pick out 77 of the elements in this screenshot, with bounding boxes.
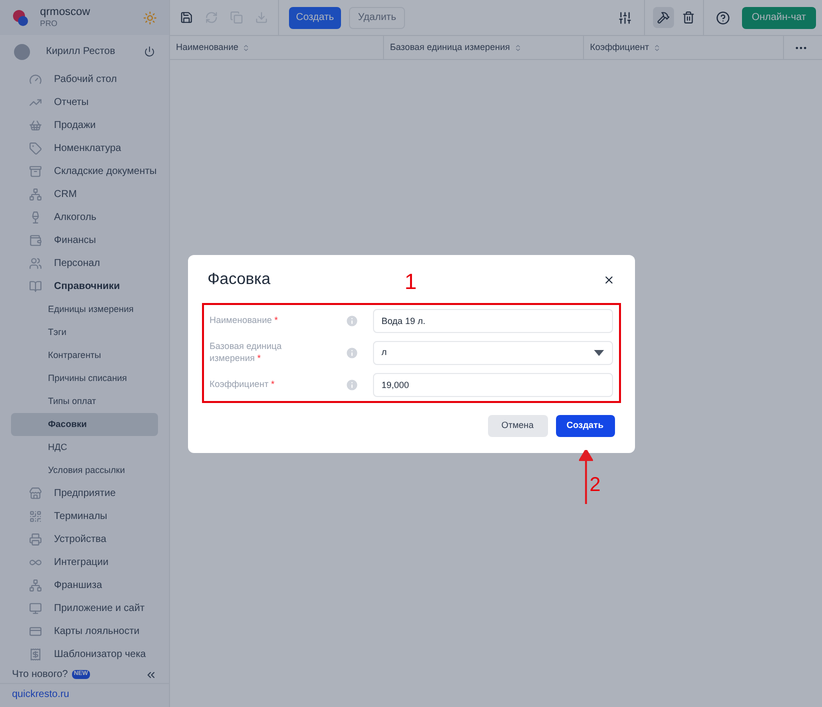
save-icon[interactable] <box>180 11 193 24</box>
sidebar-subitem[interactable]: Фасовки <box>11 413 158 436</box>
whats-new-link[interactable]: Что нового? <box>12 667 68 682</box>
sidebar-item[interactable]: Отчеты <box>11 91 158 114</box>
sidebar-item[interactable]: Предприятие <box>11 482 158 505</box>
input-field[interactable]: 19,000 <box>372 372 612 396</box>
archive-icon <box>29 165 42 178</box>
sort-icon <box>242 44 250 52</box>
sidebar-item[interactable]: Алкоголь <box>11 206 158 229</box>
submit-button[interactable]: Создать <box>556 414 614 436</box>
printer-icon <box>29 533 42 546</box>
sidebar-item[interactable]: Шаблонизатор чека <box>11 643 158 666</box>
sidebar-item[interactable]: Складские документы <box>11 160 158 183</box>
sidebar-item[interactable]: Номенклатура <box>11 137 158 160</box>
field-label: Базовая единица измерения * <box>210 341 283 364</box>
monitor-icon <box>29 602 42 615</box>
field-label: Наименование * <box>210 314 279 326</box>
book-icon <box>29 280 42 293</box>
sidebar-item[interactable]: Франшиза <box>11 574 158 597</box>
sidebar-item[interactable]: Справочники <box>11 275 158 298</box>
sidebar-item[interactable]: Устройства <box>11 528 158 551</box>
network-icon <box>29 188 42 201</box>
people-icon <box>29 257 42 270</box>
input-field[interactable]: Вода 19 л. <box>372 308 612 332</box>
trash-icon[interactable] <box>682 11 695 24</box>
network-icon <box>29 579 42 592</box>
store-icon <box>29 487 42 500</box>
sidebar-item[interactable]: Приложение и сайт <box>11 597 158 620</box>
avatar <box>14 44 30 60</box>
annotation-number: 2 <box>590 474 601 494</box>
sidebar-item[interactable]: Рабочий стол <box>11 68 158 91</box>
sidebar-subitem[interactable]: НДС <box>11 436 158 459</box>
sidebar-item[interactable]: Интеграции <box>11 551 158 574</box>
column-header[interactable]: Базовая единица измерения <box>384 36 584 59</box>
column-header[interactable]: Коэффициент <box>584 36 784 59</box>
basket-icon <box>29 119 42 132</box>
tag-icon <box>29 142 42 155</box>
sidebar-subitem[interactable]: Условия рассылки <box>11 459 158 482</box>
dialog-title: Фасовка <box>208 270 270 290</box>
sidebar-item[interactable]: Персонал <box>11 252 158 275</box>
dropdown-icon <box>594 350 604 356</box>
select-field[interactable]: л <box>372 340 612 364</box>
user-name: Кирилл Рестов <box>46 45 116 59</box>
sidebar-subitem[interactable]: Единицы измерения <box>11 298 158 321</box>
annotation-arrow <box>578 450 592 504</box>
sidebar-item[interactable]: CRM <box>11 183 158 206</box>
power-icon[interactable] <box>144 46 155 57</box>
hammer-icon <box>656 11 670 24</box>
qr-code-icon <box>29 510 42 523</box>
cancel-button[interactable]: Отмена <box>488 414 548 436</box>
sidebar-item[interactable]: Финансы <box>11 229 158 252</box>
sidebar-subitem[interactable]: Причины списания <box>11 367 158 390</box>
field-label: Коэффициент * <box>210 378 276 390</box>
wallet-icon <box>29 234 42 247</box>
sidebar-item[interactable]: Продажи <box>11 114 158 137</box>
help-icon[interactable] <box>716 10 730 24</box>
sidebar-subitem[interactable]: Тэги <box>11 321 158 344</box>
tools-toggle[interactable] <box>652 7 674 28</box>
column-header[interactable]: Наименование <box>170 36 384 59</box>
logo-icon <box>12 8 30 26</box>
brand-name: qrmoscow <box>40 6 92 20</box>
gauge-icon <box>29 73 42 86</box>
receipt-icon <box>29 648 42 661</box>
card-icon <box>29 625 42 638</box>
sidebar-item[interactable]: Карты лояльности <box>11 620 158 643</box>
create-button[interactable]: Создать <box>289 6 342 28</box>
sort-icon <box>514 44 522 52</box>
sidebar-subitem[interactable]: Типы оплат <box>11 390 158 413</box>
close-icon[interactable] <box>602 274 614 286</box>
annotation-number: 1 <box>404 270 417 292</box>
site-link[interactable]: quickresto.ru <box>0 684 169 705</box>
sort-icon <box>652 44 661 52</box>
sidebar-subitem[interactable]: Контрагенты <box>11 344 158 367</box>
sliders-icon[interactable] <box>618 10 632 24</box>
sidebar-item[interactable]: Терминалы <box>11 505 158 528</box>
chat-button[interactable]: Онлайн-чат <box>742 6 816 28</box>
plan-label: PRO <box>40 19 58 30</box>
